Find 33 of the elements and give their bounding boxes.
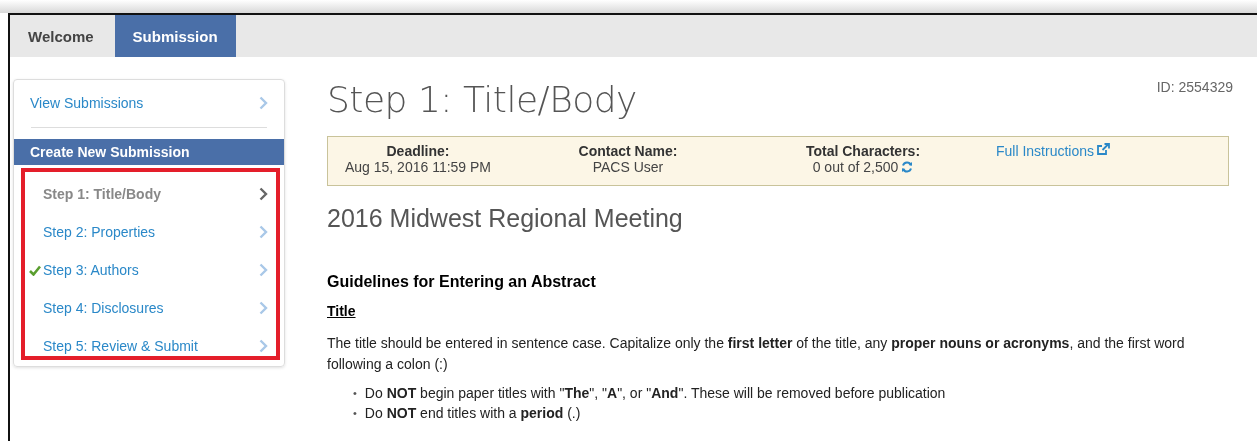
chevron-icon [259, 301, 268, 315]
page-title: Step 1: Title/Body [327, 79, 637, 120]
step-link[interactable]: Step 2: Properties [43, 224, 259, 240]
bullet-marker: • [353, 386, 357, 401]
meeting-title: 2016 Midwest Regional Meeting [327, 204, 684, 233]
guideline-paragraph: The title should be entered in sentence case. Capitalize only the first letter of the title, any proper nouns or acronyms, and the first word following a colon (:) [327, 334, 1186, 374]
view-submissions-link[interactable]: View Submissions [30, 95, 144, 111]
chevron-icon [259, 96, 268, 110]
step-link[interactable]: Step 1: Title/Body [43, 186, 259, 202]
step-link[interactable]: Step 5: Review & Submit [43, 338, 259, 354]
chevron-icon [259, 187, 268, 201]
guideline-bullet: Do NOT begin paper titles with "The", "A", or "And". These will be removed before publication [364, 384, 946, 403]
info-label: Total Characters: [805, 143, 921, 159]
info-label: Deadline: [386, 143, 450, 159]
chevron-icon [259, 339, 268, 353]
info-value: Aug 15, 2016 11:59 PM [344, 159, 492, 175]
info-value: PACS User [592, 159, 664, 175]
step-link[interactable]: Step 3: Authors [43, 262, 259, 278]
step-link[interactable]: Step 4: Disclosures [43, 300, 259, 316]
bullet-marker: • [353, 406, 357, 421]
guidelines-heading: Guidelines for Entering an Abstract [327, 273, 597, 291]
full-instructions-link[interactable]: Full Instructions [996, 143, 1095, 159]
refresh-icon[interactable] [901, 161, 914, 173]
section-heading: Title [327, 303, 356, 319]
tab[interactable]: Submission [114, 15, 236, 57]
chevron-icon [259, 225, 268, 239]
info-value: 0 out of 2,500 [812, 159, 899, 175]
chevron-icon [259, 263, 268, 277]
guideline-bullet: Do NOT end titles with a period (.) [364, 404, 581, 423]
external-link-icon [1097, 143, 1111, 155]
section-header: Create New Submission [14, 139, 284, 165]
info-label: Contact Name: [578, 143, 678, 159]
submission-id: ID: 2554329 [1156, 79, 1233, 95]
